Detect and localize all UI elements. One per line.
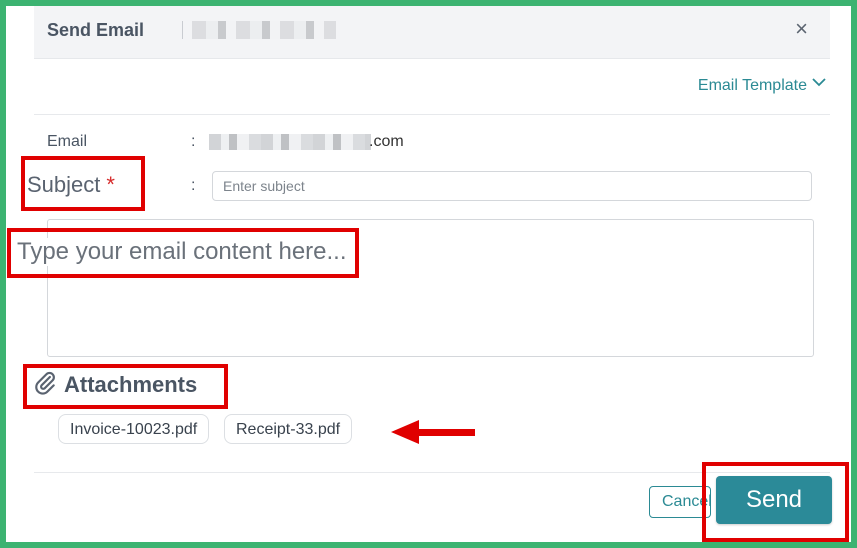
title-divider <box>182 21 183 39</box>
send-email-dialog: Send Email × Email Template Email : .com… <box>6 6 851 542</box>
highlight-box-send <box>702 462 849 542</box>
attachment-chip[interactable]: Receipt-33.pdf <box>224 414 353 444</box>
subject-input[interactable] <box>212 171 812 201</box>
email-domain-suffix: .com <box>369 133 404 150</box>
dialog-title: Send Email <box>47 20 145 40</box>
dialog-header: Send Email × <box>34 6 830 59</box>
attachment-chip[interactable]: Invoice-10023.pdf <box>58 414 210 444</box>
email-colon: : <box>191 133 196 150</box>
highlight-box-attachments <box>23 364 228 409</box>
email-address-redacted <box>209 134 371 150</box>
subject-colon: : <box>191 177 196 194</box>
highlight-box-subject <box>21 156 145 211</box>
divider <box>34 114 830 115</box>
close-icon[interactable]: × <box>795 17 808 41</box>
email-label: Email <box>47 133 88 150</box>
arrow-left-icon <box>391 420 475 444</box>
highlight-box-content <box>7 228 359 278</box>
email-template-dropdown[interactable]: Email Template <box>698 77 807 95</box>
recipient-name-redacted <box>192 21 336 39</box>
chevron-down-icon[interactable] <box>811 74 827 90</box>
